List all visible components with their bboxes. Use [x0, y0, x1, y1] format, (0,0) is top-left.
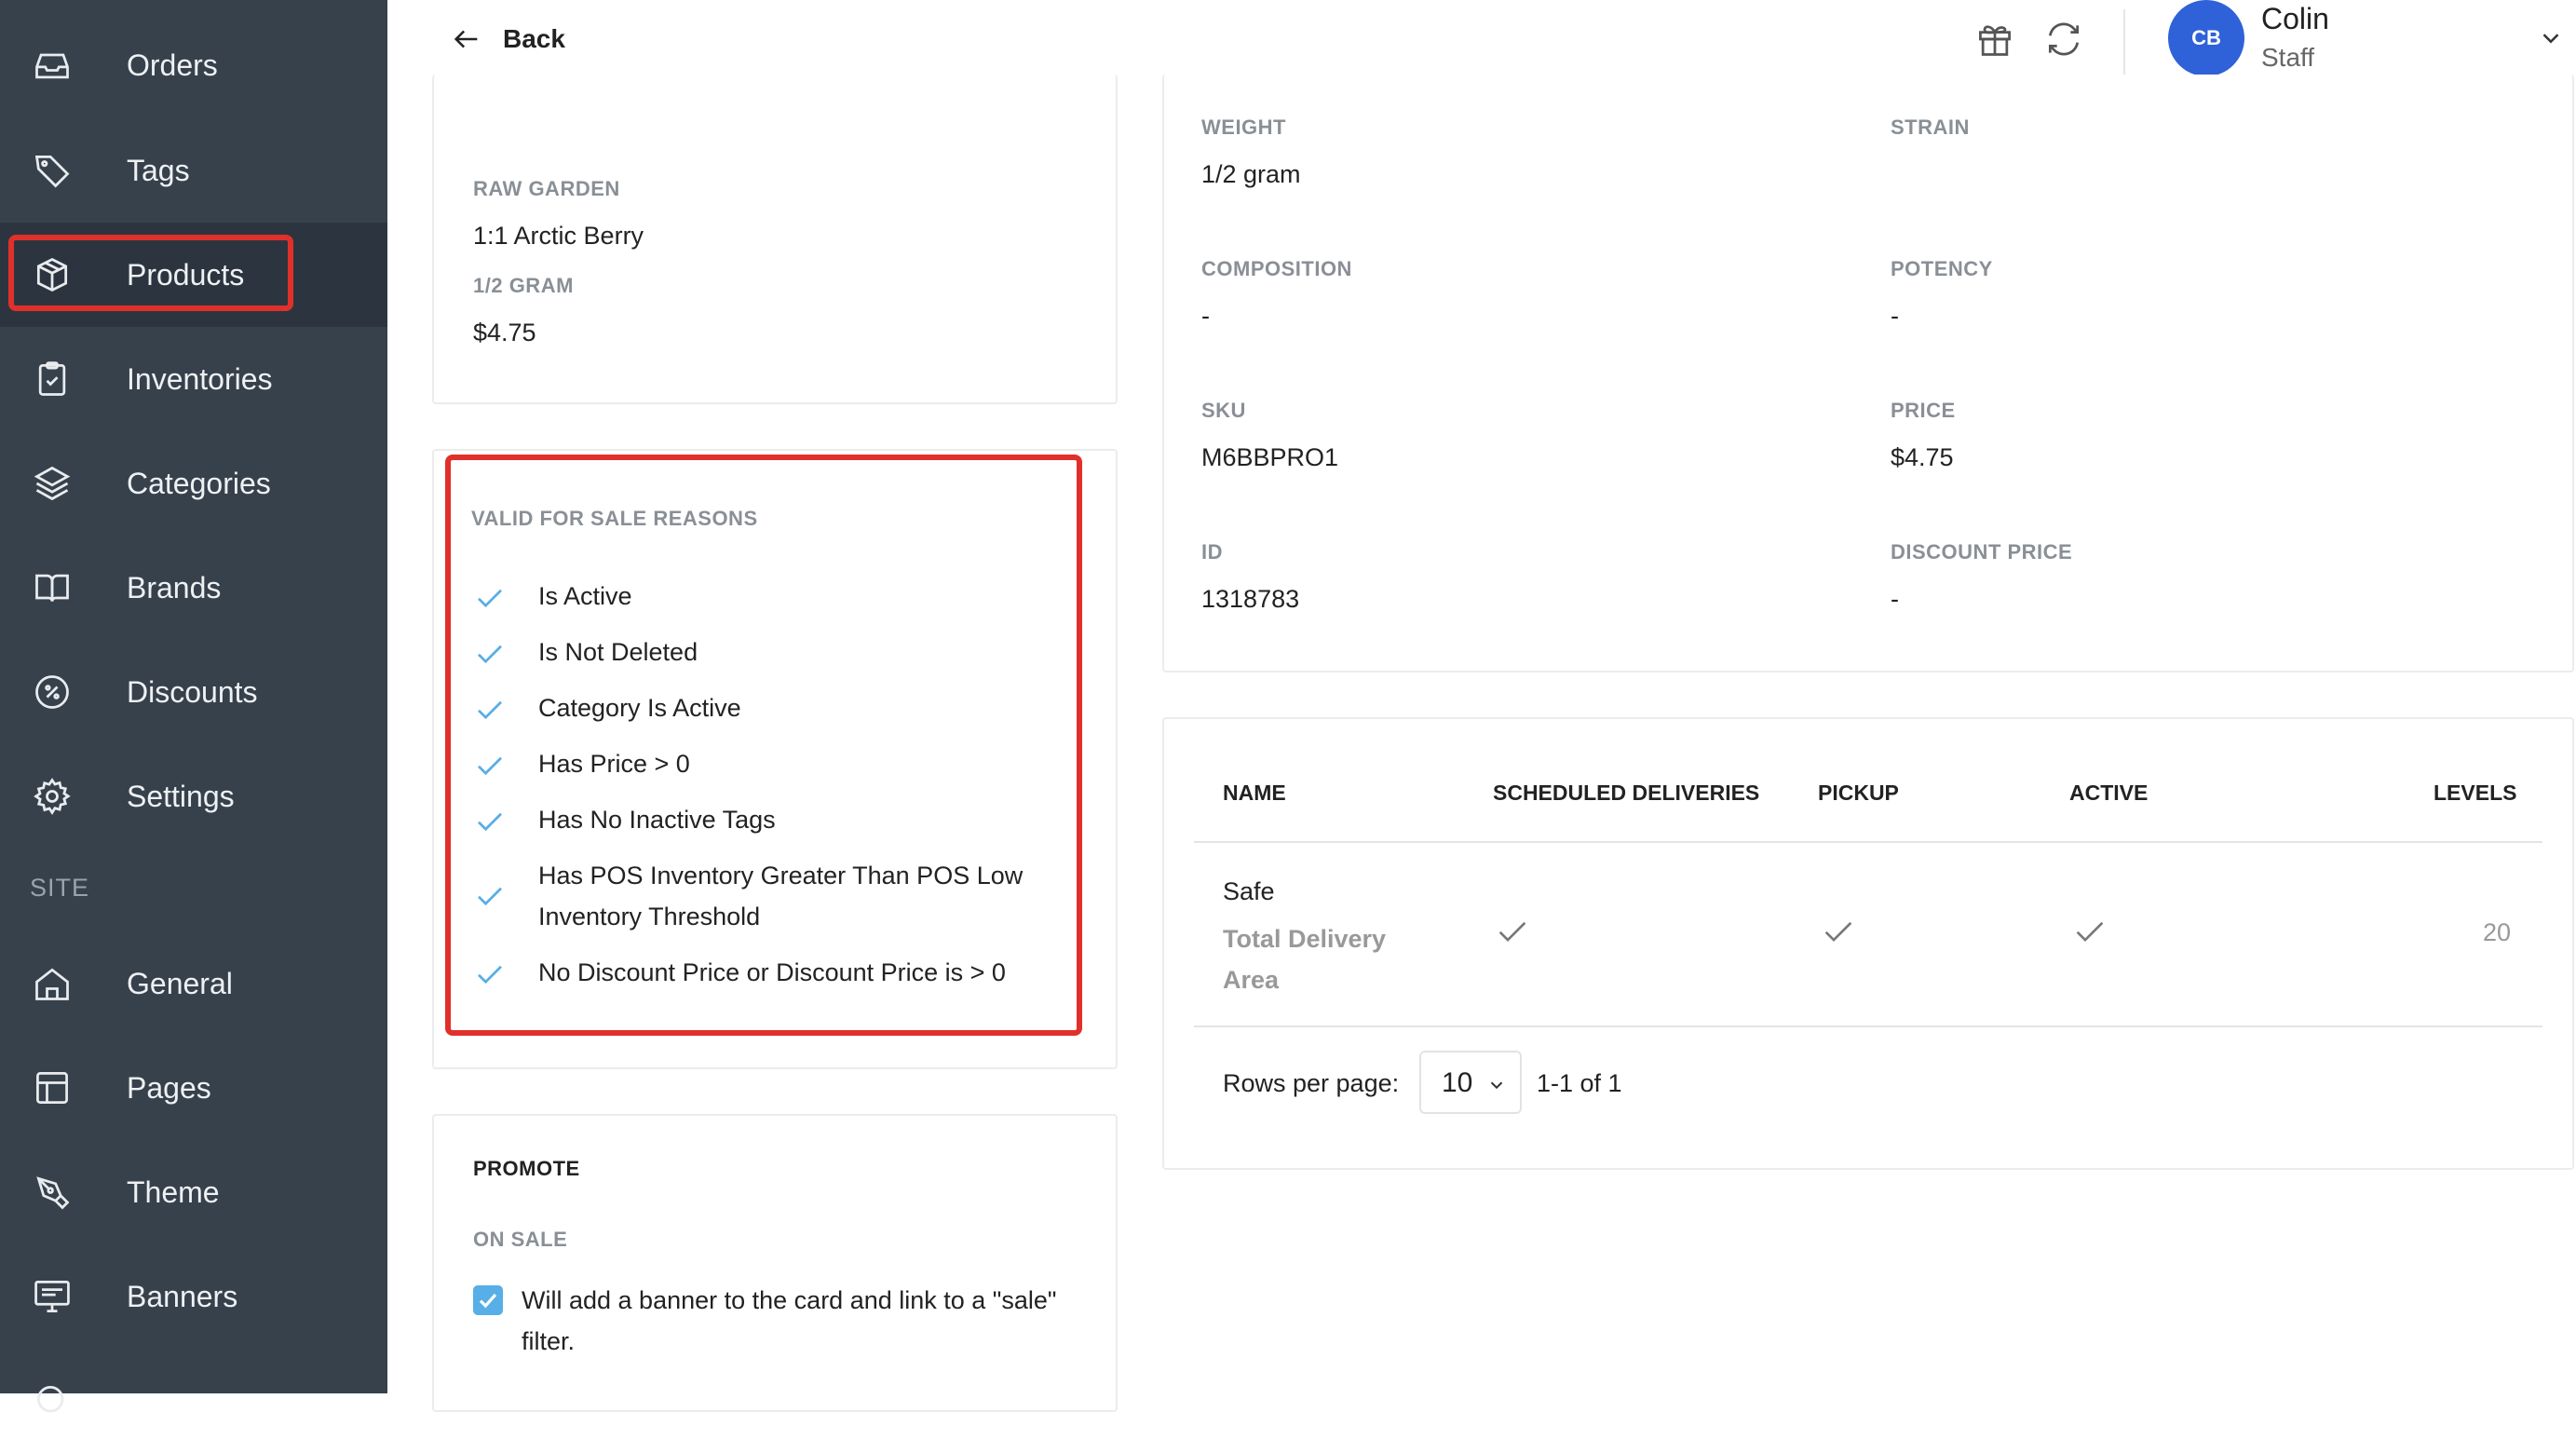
rows-per-page-label: Rows per page: [1223, 1069, 1400, 1097]
product-card: RAW GARDEN 1:1 Arctic Berry 1/2 GRAM $4.… [432, 75, 1118, 404]
on-sale-label: ON SALE [473, 1228, 568, 1251]
price-value: $4.75 [1891, 443, 1954, 471]
sidebar-item-theme[interactable]: Theme [0, 1140, 387, 1244]
header-divider [2123, 9, 2125, 75]
sidebar-section-site: SITE [30, 874, 90, 902]
sidebar-item-label: Banners [127, 1279, 238, 1313]
product-name: 1:1 Arctic Berry [473, 222, 644, 250]
back-button[interactable]: Back [451, 19, 565, 60]
layers-icon [32, 463, 73, 504]
table-divider [1194, 841, 2542, 843]
sidebar-item-brands[interactable]: Brands [0, 536, 387, 640]
sidebar-item-label: Discounts [127, 674, 258, 709]
discount-price-value: - [1891, 585, 1899, 613]
refresh-icon[interactable] [2043, 19, 2084, 60]
product-size: 1/2 GRAM [473, 274, 574, 297]
column-header-name[interactable]: NAME [1223, 781, 1286, 806]
sidebar-item-banners[interactable]: Banners [0, 1244, 387, 1349]
reasons-highlight [445, 455, 1082, 1036]
sidebar-item-label: Orders [127, 48, 218, 82]
pagination-range: 1-1 of 1 [1537, 1069, 1622, 1097]
products-highlight [8, 235, 293, 311]
product-brand: RAW GARDEN [473, 177, 620, 200]
check-icon [479, 1293, 497, 1309]
sidebar-item-label: Inventories [127, 361, 273, 396]
table-divider [1194, 1025, 2542, 1027]
layout-icon [32, 1067, 73, 1108]
sidebar-item-label: Theme [127, 1175, 220, 1209]
column-header-active[interactable]: ACTIVE [2069, 781, 2148, 806]
user-name: Colin [2261, 2, 2329, 35]
clipboard-icon [32, 359, 73, 400]
sidebar-item-label: Pages [127, 1070, 211, 1105]
check-icon [2076, 921, 2104, 943]
search-icon [32, 1380, 73, 1421]
gear-icon [32, 776, 73, 817]
sku-value: M6BBPRO1 [1201, 443, 1339, 471]
discount-price-label: DISCOUNT PRICE [1891, 540, 2073, 564]
zone-name: Safe [1223, 877, 1275, 905]
check-icon [1498, 921, 1526, 943]
sidebar-item-label: General [127, 966, 233, 1000]
column-header-scheduled[interactable]: SCHEDULED DELIVERIES [1493, 781, 1759, 806]
sidebar-item-inventories[interactable]: Inventories [0, 327, 387, 431]
product-price: $4.75 [473, 319, 536, 346]
zone-subname: Total Delivery Area [1223, 925, 1387, 994]
price-label: PRICE [1891, 399, 1956, 422]
gift-icon[interactable] [1974, 19, 2015, 60]
back-label: Back [503, 24, 565, 53]
id-label: ID [1201, 540, 1223, 564]
sidebar-item-settings[interactable]: Settings [0, 744, 387, 849]
avatar[interactable]: CB [2168, 0, 2244, 76]
home-icon [32, 963, 73, 1004]
on-sale-description: Will add a banner to the card and link t… [522, 1286, 1057, 1355]
composition-value: - [1201, 302, 1210, 330]
id-value: 1318783 [1201, 585, 1300, 613]
sidebar-item-pages[interactable]: Pages [0, 1036, 387, 1140]
on-sale-checkbox[interactable] [473, 1285, 503, 1315]
column-header-pickup[interactable]: PICKUP [1818, 781, 1899, 806]
details-card: WEIGHT 1/2 gram STRAIN COMPOSITION - POT… [1162, 75, 2574, 672]
check-icon [1824, 921, 1852, 943]
weight-label: WEIGHT [1201, 115, 1286, 139]
potency-value: - [1891, 302, 1899, 330]
sidebar-item-label: Settings [127, 779, 235, 813]
tag-icon [32, 150, 73, 191]
composition-label: COMPOSITION [1201, 257, 1352, 280]
sidebar-item-orders[interactable]: Orders [0, 13, 387, 117]
column-header-levels[interactable]: LEVELS [2434, 781, 2516, 806]
sku-label: SKU [1201, 399, 1246, 422]
promote-title: PROMOTE [473, 1157, 580, 1180]
sidebar-item-partial[interactable] [0, 1349, 387, 1453]
sidebar-item-label: Tags [127, 153, 190, 187]
arrow-left-icon [454, 30, 478, 48]
sidebar-item-discounts[interactable]: Discounts [0, 640, 387, 744]
book-icon [32, 567, 73, 608]
user-role: Staff [2261, 43, 2315, 72]
percent-icon [32, 672, 73, 713]
sidebar-item-categories[interactable]: Categories [0, 431, 387, 536]
rows-per-page-select[interactable]: 10 [1419, 1051, 1522, 1114]
sidebar-item-tags[interactable]: Tags [0, 118, 387, 223]
sidebar-item-label: Brands [127, 570, 222, 604]
weight-value: 1/2 gram [1201, 160, 1301, 188]
inbox-icon [32, 45, 73, 86]
monitor-icon [32, 1276, 73, 1317]
strain-label: STRAIN [1891, 115, 1970, 139]
sidebar-item-general[interactable]: General [0, 931, 387, 1036]
rows-per-page-value: 10 [1442, 1067, 1473, 1098]
sidebar-item-label: Categories [127, 466, 271, 500]
sidebar: Orders Tags Products Inventories Categor… [0, 0, 387, 1413]
zone-levels: 20 [2483, 918, 2512, 946]
potency-label: POTENCY [1891, 257, 1993, 280]
promote-card: PROMOTE ON SALE Will add a banner to the… [432, 1114, 1118, 1412]
chevron-down-icon [1490, 1081, 1503, 1090]
chevron-down-icon[interactable] [2537, 24, 2565, 52]
pen-icon [32, 1172, 73, 1213]
